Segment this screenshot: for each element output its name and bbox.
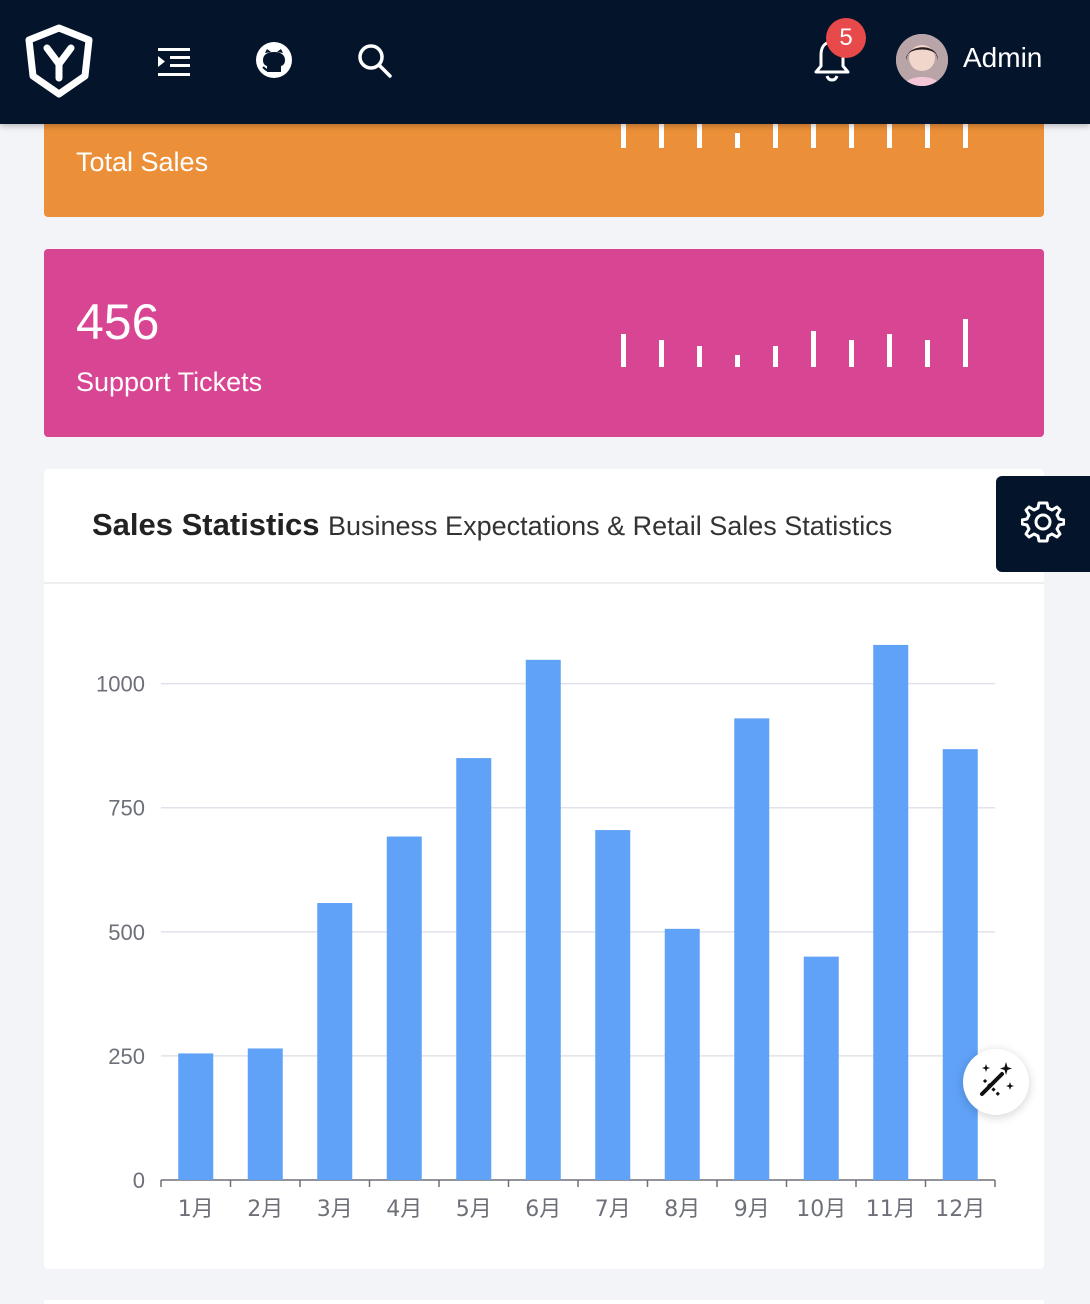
sales-statistics-panel: Sales Statistics Business Expectations &…	[44, 469, 1044, 1269]
x-tick-label: 10月	[796, 1197, 846, 1222]
bar[interactable]	[178, 1053, 214, 1180]
bar[interactable]	[386, 836, 422, 1180]
spark-bar	[697, 124, 702, 148]
spark-bar	[925, 340, 930, 367]
notification-badge[interactable]: 5	[826, 18, 866, 58]
stat-value: 456	[76, 294, 160, 350]
stat-label: Support Tickets	[76, 367, 263, 397]
bar[interactable]	[873, 644, 909, 1180]
spark-bar	[963, 319, 968, 367]
bar[interactable]	[525, 659, 561, 1180]
search-icon[interactable]	[350, 36, 398, 84]
spark-bar	[621, 334, 626, 367]
x-tick-label: 7月	[595, 1197, 631, 1222]
spark-bar	[887, 334, 892, 367]
spark-bar	[659, 121, 664, 148]
y-tick-label: 0	[133, 1168, 145, 1193]
x-tick-label: 1月	[178, 1197, 214, 1222]
user-name[interactable]: Admin	[963, 42, 1042, 74]
bar[interactable]	[247, 1048, 283, 1180]
settings-button[interactable]	[996, 476, 1090, 572]
github-icon[interactable]	[250, 36, 298, 84]
x-tick-label: 12月	[935, 1197, 985, 1222]
top-navbar: 5 Admin	[0, 0, 1090, 124]
panel-header: Sales Statistics Business Expectations &…	[44, 469, 1044, 584]
support-tickets-card: 456 Support Tickets	[44, 249, 1044, 437]
spark-bar	[735, 133, 740, 148]
stat-label: Total Sales	[76, 147, 209, 177]
x-tick-label: 11月	[866, 1197, 916, 1222]
spark-bar	[773, 124, 778, 148]
x-tick-label: 9月	[734, 1197, 770, 1222]
bar[interactable]	[942, 749, 978, 1180]
bar[interactable]	[456, 758, 492, 1180]
spark-bar	[773, 346, 778, 367]
bar[interactable]	[317, 903, 353, 1180]
bar[interactable]	[803, 956, 839, 1180]
sparkline-chart	[621, 319, 968, 367]
x-tick-label: 8月	[664, 1197, 700, 1222]
magic-wand-button[interactable]	[963, 1049, 1029, 1115]
sales-bar-chart: 0 250 500 750 1000 1月 2月 3月 4月 5月 6月 7月 8月 9月 10月 11月 12…	[96, 644, 996, 1222]
y-tick-label: 500	[108, 920, 145, 945]
next-panel	[44, 1300, 1044, 1304]
avatar[interactable]	[896, 34, 948, 86]
gear-icon	[1020, 500, 1066, 549]
bar[interactable]	[734, 718, 770, 1180]
x-tick-label: 6月	[525, 1197, 561, 1222]
spark-bar	[659, 340, 664, 367]
magic-wand-icon	[976, 1060, 1016, 1105]
x-tick-label: 5月	[456, 1197, 492, 1222]
spark-bar	[735, 355, 740, 367]
panel-subtitle: Business Expectations & Retail Sales Sta…	[328, 511, 893, 541]
bar[interactable]	[664, 928, 700, 1180]
x-tick-label: 3月	[317, 1197, 353, 1222]
y-tick-label: 250	[108, 1044, 145, 1069]
spark-bar	[697, 346, 702, 367]
y-tick-label: 1000	[96, 672, 145, 697]
menu-indent-icon[interactable]	[150, 38, 198, 86]
x-tick-label: 4月	[386, 1197, 422, 1222]
y-shield-logo-icon[interactable]	[22, 24, 96, 98]
y-tick-label: 750	[108, 796, 145, 821]
x-tick-label: 2月	[247, 1197, 283, 1222]
panel-title: Sales Statistics	[92, 507, 320, 542]
spark-bar	[849, 340, 854, 367]
spark-bar	[811, 331, 816, 367]
bar[interactable]	[595, 830, 631, 1180]
